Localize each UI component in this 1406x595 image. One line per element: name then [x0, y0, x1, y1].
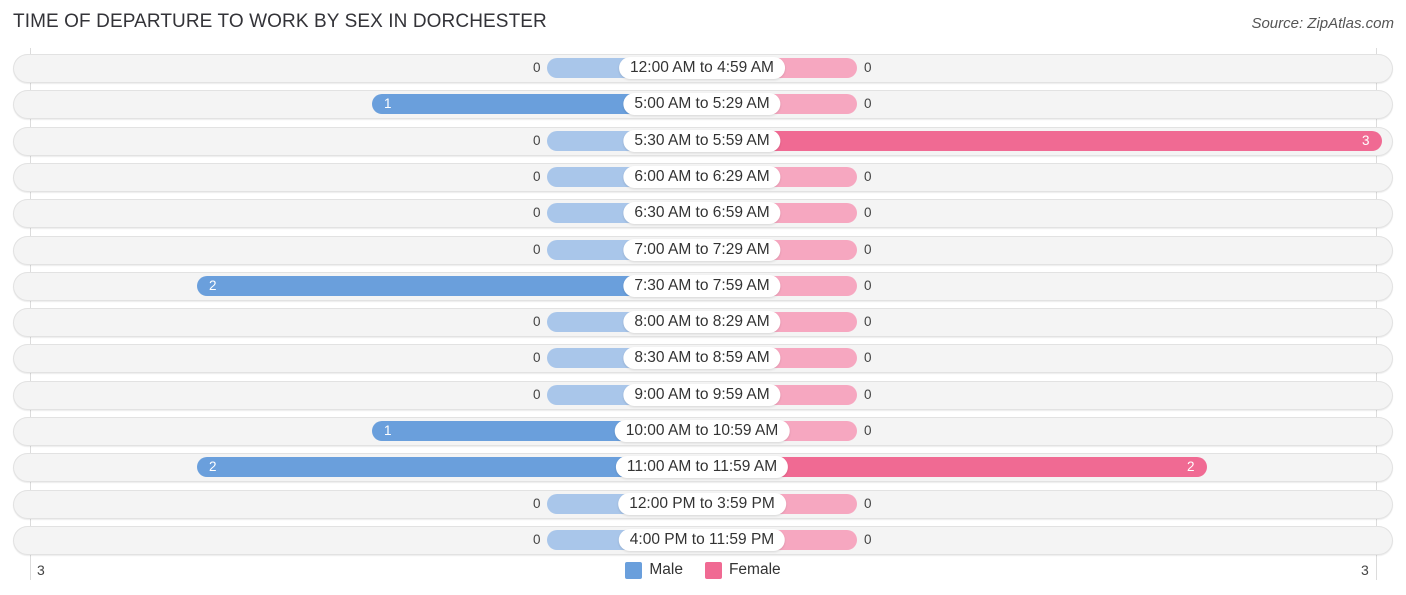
category-label: 10:00 AM to 10:59 AM [614, 420, 790, 442]
value-label-male: 0 [533, 496, 541, 511]
value-label-female: 0 [864, 387, 872, 402]
value-label-male: 1 [384, 96, 392, 111]
value-label-female: 0 [864, 314, 872, 329]
category-label: 11:00 AM to 11:59 AM [615, 456, 789, 478]
legend-swatch-female [704, 561, 722, 579]
category-label: 7:00 AM to 7:29 AM [623, 239, 781, 261]
legend-swatch-male [625, 561, 643, 579]
value-label-male: 1 [384, 423, 392, 438]
value-label-female: 0 [864, 496, 872, 511]
value-label-female: 2 [1187, 459, 1195, 474]
value-label-female: 0 [864, 169, 872, 184]
category-label: 6:30 AM to 6:59 AM [623, 202, 781, 224]
value-label-male: 0 [533, 205, 541, 220]
category-label: 12:00 AM to 4:59 AM [619, 57, 785, 79]
value-label-male: 0 [533, 350, 541, 365]
value-label-female: 0 [864, 423, 872, 438]
value-label-male: 2 [209, 459, 217, 474]
value-label-male: 0 [533, 133, 541, 148]
value-label-male: 0 [533, 242, 541, 257]
value-label-male: 0 [533, 532, 541, 547]
category-label: 5:30 AM to 5:59 AM [623, 130, 781, 152]
value-label-female: 0 [864, 60, 872, 75]
value-label-female: 0 [864, 242, 872, 257]
category-label: 5:00 AM to 5:29 AM [623, 93, 781, 115]
legend-label-female: Female [728, 561, 781, 578]
category-label: 8:30 AM to 8:59 AM [623, 347, 781, 369]
category-label: 12:00 PM to 3:59 PM [618, 493, 786, 515]
value-label-female: 3 [1362, 133, 1370, 148]
value-label-female: 0 [864, 278, 872, 293]
category-label: 4:00 PM to 11:59 PM [618, 529, 786, 551]
bar-female[interactable] [702, 131, 1382, 151]
chart-title: TIME OF DEPARTURE TO WORK BY SEX IN DORC… [13, 11, 547, 32]
value-label-male: 2 [209, 278, 217, 293]
category-label: 8:00 AM to 8:29 AM [623, 311, 781, 333]
source-label: Source: ZipAtlas.com [1251, 15, 1394, 32]
value-label-female: 0 [864, 350, 872, 365]
value-label-male: 0 [533, 314, 541, 329]
value-label-female: 0 [864, 205, 872, 220]
category-label: 7:30 AM to 7:59 AM [623, 275, 781, 297]
legend-label-male: Male [649, 561, 683, 578]
value-label-male: 0 [533, 387, 541, 402]
category-label: 6:00 AM to 6:29 AM [623, 166, 781, 188]
legend-item-female[interactable]: Female [704, 561, 781, 579]
legend-item-male[interactable]: Male [625, 561, 683, 579]
value-label-male: 0 [533, 60, 541, 75]
value-label-female: 0 [864, 532, 872, 547]
value-label-female: 0 [864, 96, 872, 111]
value-label-male: 0 [533, 169, 541, 184]
category-label: 9:00 AM to 9:59 AM [623, 384, 781, 406]
legend: Male Female [0, 561, 1406, 579]
